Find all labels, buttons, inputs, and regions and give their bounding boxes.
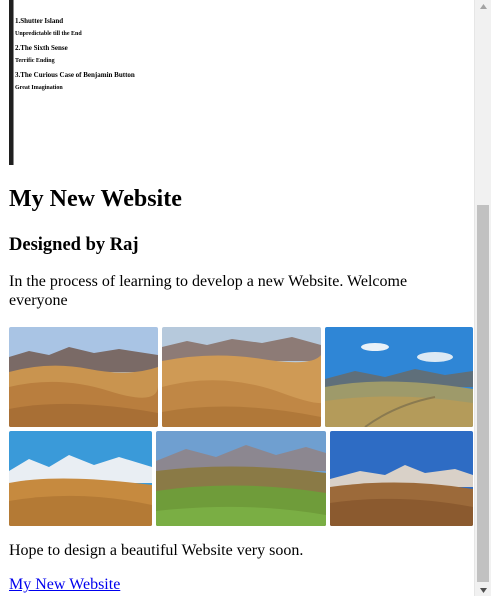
mountain-valley-photo-3: [325, 327, 473, 427]
page-subtitle: Designed by Raj: [9, 235, 139, 255]
sunset-hills-photo-6: [330, 431, 473, 526]
golden-hills-photo-1: [9, 327, 158, 427]
scroll-down-arrow-icon[interactable]: [475, 584, 491, 596]
page-viewport: 1.Shutter Island Unpredictable till the …: [0, 0, 474, 596]
movie-description: Terrific Ending: [15, 58, 55, 64]
website-link[interactable]: My New Website: [9, 575, 120, 595]
scrollbar-thumb[interactable]: [477, 205, 489, 582]
movie-frame-border: [9, 0, 14, 165]
intro-text: In the process of learning to develop a …: [9, 273, 408, 309]
movie-title: 1.Shutter Island: [15, 17, 64, 25]
closing-text: Hope to design a beautiful Website very …: [9, 542, 304, 559]
vertical-scrollbar[interactable]: [474, 0, 491, 596]
movie-description: Unpredictable till the End: [15, 31, 82, 37]
green-valley-photo-5: [156, 431, 326, 526]
golden-hills-photo-2: [162, 327, 321, 427]
movie-title: 2.The Sixth Sense: [15, 44, 68, 52]
snowy-peaks-photo-4: [9, 431, 152, 526]
movie-description: Great Imagination: [15, 85, 63, 91]
movie-title: 3.The Curious Case of Benjamin Button: [15, 71, 135, 79]
scroll-up-arrow-icon[interactable]: [475, 0, 491, 12]
movie-list: 1.Shutter Island Unpredictable till the …: [15, 14, 265, 95]
page-title: My New Website: [9, 186, 182, 212]
